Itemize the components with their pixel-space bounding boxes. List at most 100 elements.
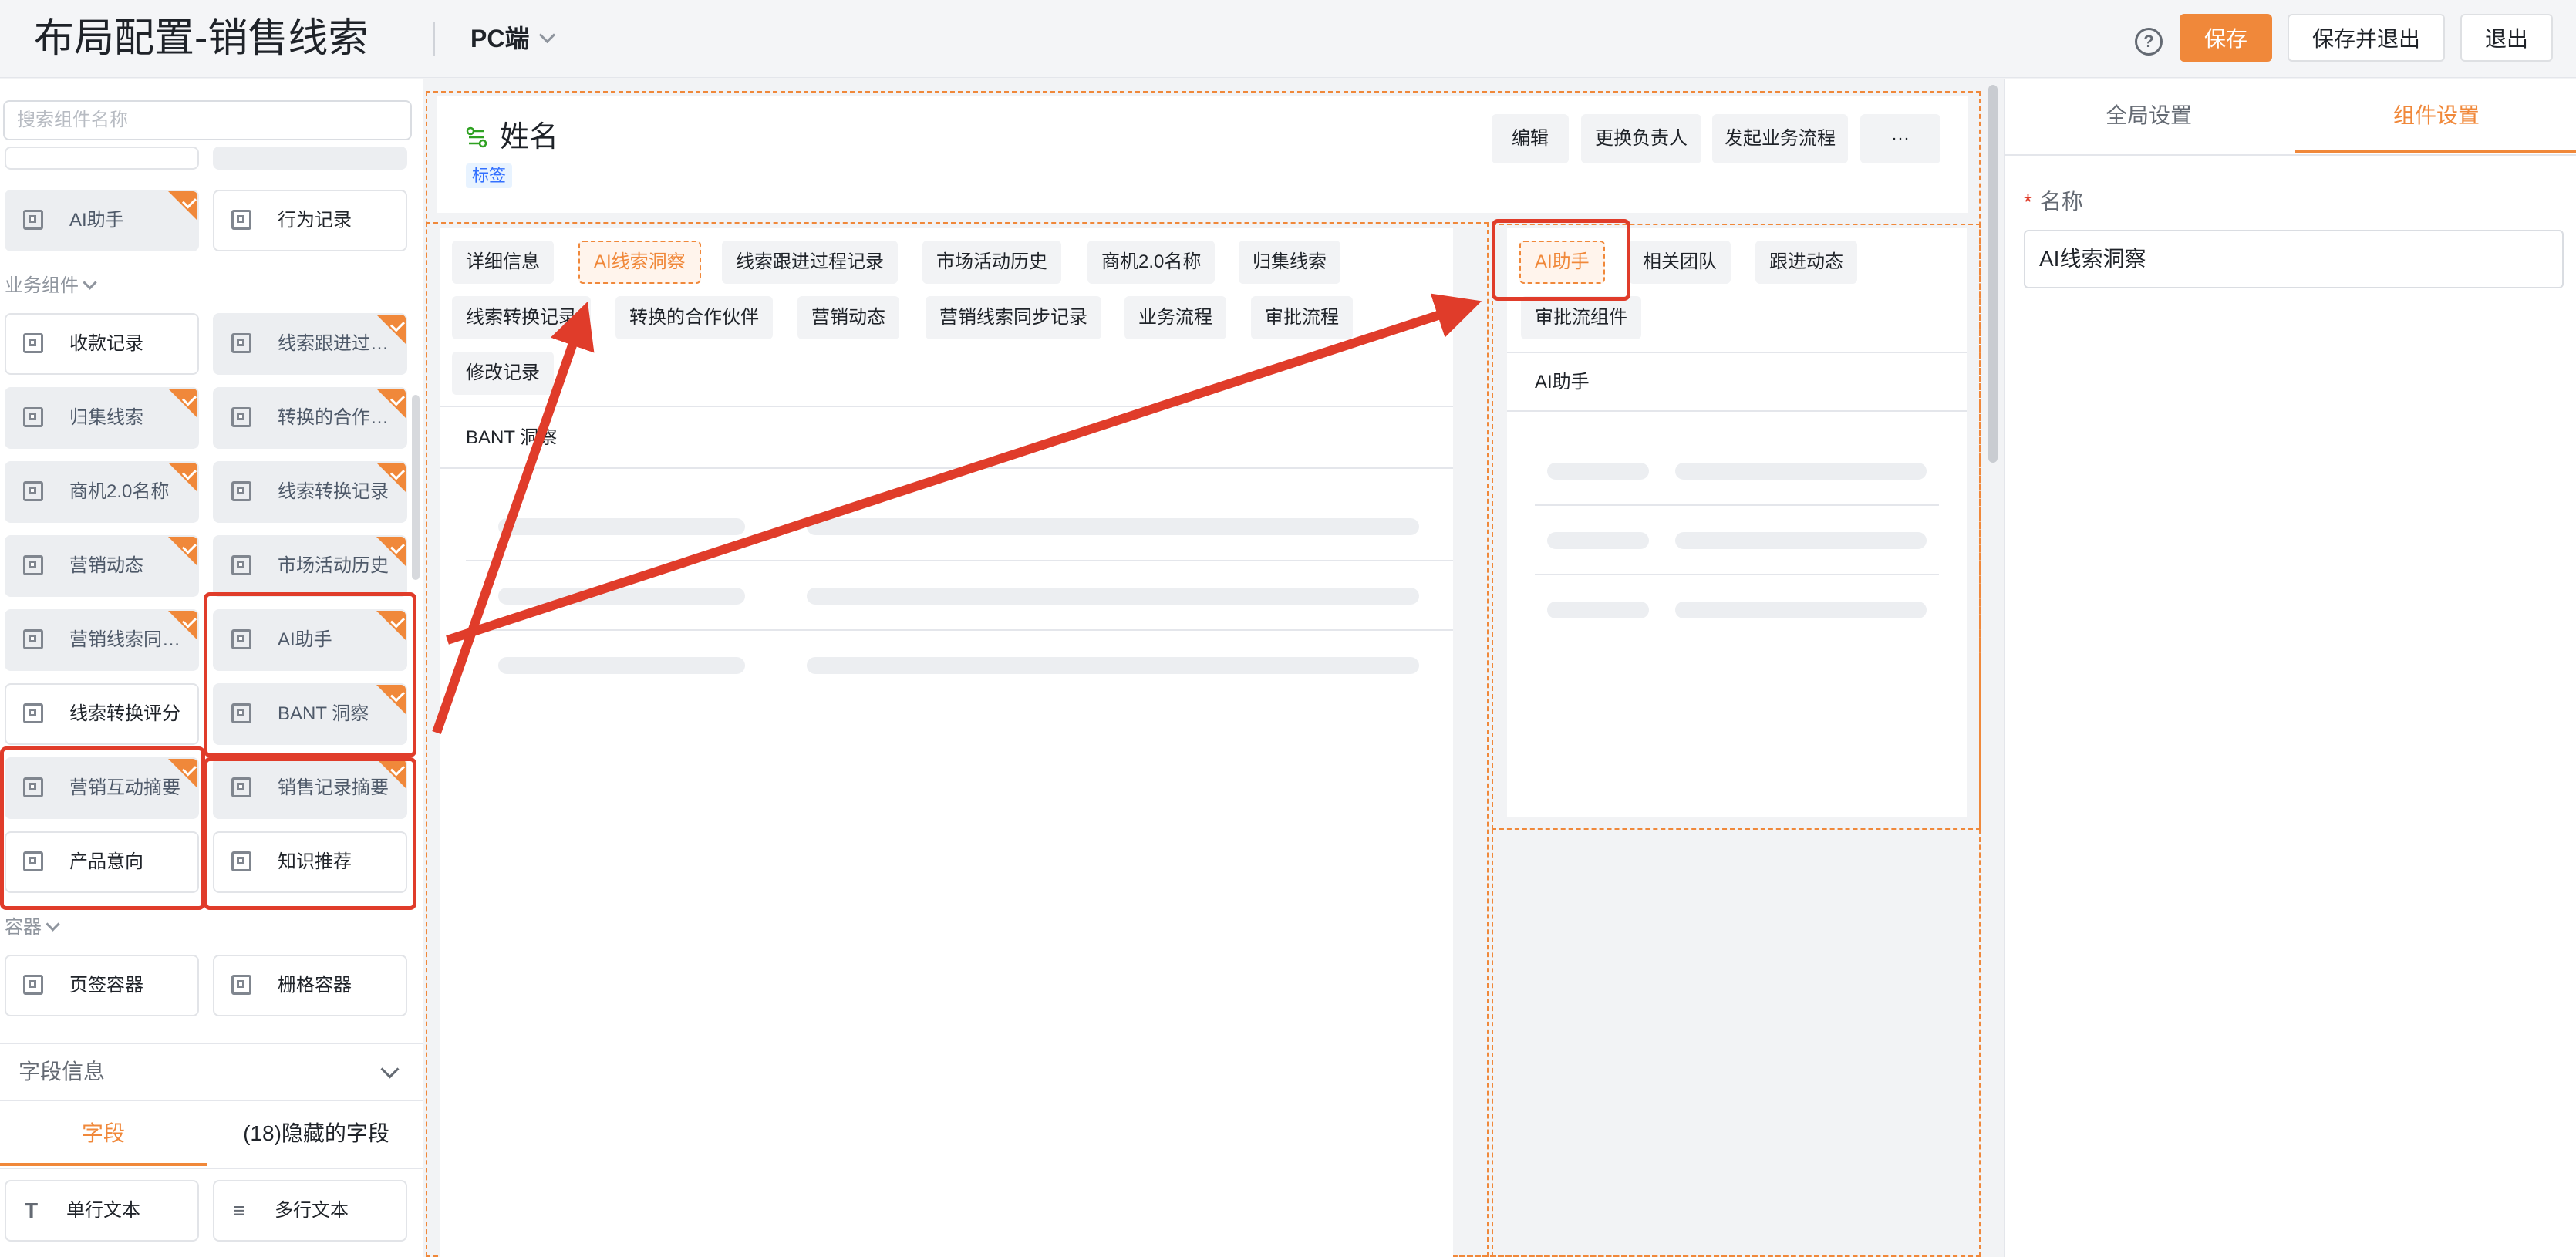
component-icon (231, 481, 251, 501)
record-name-icon (466, 126, 487, 148)
field-multi-line-text[interactable]: ≡ 多行文本 (213, 1180, 407, 1242)
component-item[interactable]: 归集线索 (5, 387, 199, 449)
component-search-input[interactable]: 搜索组件名称 (3, 100, 412, 140)
skeleton-line (498, 518, 745, 535)
tab-ai-lead-insight[interactable]: AI线索洞察 (578, 241, 701, 284)
tab-opportunity-name[interactable]: 商机2.0名称 (1087, 241, 1216, 284)
component-item[interactable]: 市场活动历史 (213, 535, 407, 597)
skeleton-line (1675, 602, 1927, 618)
field-single-line-text[interactable]: T 单行文本 (5, 1180, 199, 1242)
tab-marketing-sync-record[interactable]: 营销线索同步记录 (926, 296, 1101, 339)
component-label: 市场活动历史 (278, 555, 389, 576)
more-actions-button[interactable]: ··· (1860, 114, 1940, 163)
tab-hidden-fields[interactable]: (18)隐藏的字段 (210, 1101, 423, 1166)
component-grid-container[interactable]: 栅格容器 (213, 955, 407, 1016)
exit-button[interactable]: 退出 (2460, 14, 2553, 62)
skeleton-line (1675, 532, 1927, 549)
component-icon (23, 703, 43, 723)
left-scrollbar[interactable] (412, 395, 420, 580)
tab-component-settings[interactable]: 组件设置 (2295, 79, 2576, 153)
component-panel: 搜索组件名称 AI助手 行为记录 业务组件 收款记录 线索跟进过… 归集线索 转… (0, 79, 423, 1257)
chevron-down-icon (380, 1060, 400, 1079)
platform-select[interactable]: PC端 (470, 20, 556, 57)
component-icon (231, 210, 251, 230)
tab-follow-activity[interactable]: 跟进动态 (1755, 241, 1857, 284)
used-check-icon (376, 537, 406, 566)
skeleton-line (1547, 463, 1649, 480)
tab-lead-conversion-record[interactable]: 线索转换记录 (452, 296, 591, 339)
component-icon (231, 333, 251, 353)
component-icon (231, 407, 251, 427)
field-info-section[interactable]: 字段信息 (0, 1043, 423, 1101)
component-name-input[interactable]: AI线索洞察 (2024, 230, 2564, 288)
component-item[interactable]: 收款记录 (5, 313, 199, 375)
chevron-down-icon (46, 917, 60, 932)
tab-global-settings[interactable]: 全局设置 (2005, 79, 2292, 153)
component-item[interactable]: 转换的合作… (213, 387, 407, 449)
divider (466, 560, 1453, 561)
tab-business-process[interactable]: 业务流程 (1124, 296, 1226, 339)
component-tab-container[interactable]: 页签容器 (5, 955, 199, 1016)
component-item-partial[interactable] (5, 147, 199, 170)
divider (440, 406, 1453, 407)
tab-detail-info[interactable]: 详细信息 (452, 241, 554, 284)
component-item[interactable]: 营销线索同… (5, 609, 199, 671)
used-check-icon (376, 389, 406, 418)
component-label: 线索转换评分 (69, 703, 180, 724)
component-icon (23, 629, 43, 649)
component-item-partial[interactable] (213, 147, 407, 170)
chevron-down-icon (83, 275, 97, 290)
main-tab-container[interactable] (440, 228, 1453, 1257)
component-label: 行为记录 (278, 210, 352, 231)
tab-approval-process[interactable]: 审批流程 (1251, 296, 1353, 339)
skeleton-line (1547, 602, 1649, 618)
tab-converted-partner[interactable]: 转换的合作伙伴 (615, 296, 773, 339)
required-mark: * (2024, 190, 2032, 214)
used-check-icon (168, 611, 197, 640)
component-item[interactable]: 线索转换评分 (5, 683, 199, 745)
annotation-box (204, 592, 416, 757)
group-containers[interactable]: 容器 (5, 912, 60, 939)
group-label: 容器 (5, 917, 42, 938)
help-icon[interactable]: ? (2135, 28, 2163, 56)
annotation-box (204, 757, 416, 910)
tab-related-team[interactable]: 相关团队 (1629, 241, 1731, 284)
used-check-icon (168, 463, 197, 492)
component-item[interactable]: 线索转换记录 (213, 461, 407, 523)
tab-marketing-activity[interactable]: 营销动态 (797, 296, 899, 339)
used-check-icon (168, 537, 197, 566)
component-ai-assistant-top[interactable]: AI助手 (5, 190, 199, 251)
tab-lead-follow-record[interactable]: 线索跟进过程记录 (722, 241, 898, 284)
top-header: 布局配置-销售线索 PC端 ? 保存 保存并退出 退出 (0, 0, 2576, 78)
divider (440, 467, 1453, 469)
save-exit-button[interactable]: 保存并退出 (2288, 14, 2445, 62)
tab-campaign-history[interactable]: 市场活动历史 (922, 241, 1061, 284)
component-label: 栅格容器 (278, 975, 352, 996)
record-tag[interactable]: 标签 (466, 163, 513, 188)
skeleton-line (1547, 532, 1649, 549)
side-section-title: AI助手 (1535, 372, 1590, 393)
tab-merged-leads[interactable]: 归集线索 (1239, 241, 1340, 284)
change-owner-button[interactable]: 更换负责人 (1581, 114, 1701, 163)
canvas-scrollbar[interactable] (1988, 85, 1998, 463)
save-button[interactable]: 保存 (2180, 14, 2272, 62)
component-icon (23, 210, 43, 230)
edit-button[interactable]: 编辑 (1492, 114, 1569, 163)
tab-approval-flow-component[interactable]: 审批流组件 (1521, 296, 1641, 339)
tab-fields[interactable]: 字段 (0, 1101, 207, 1166)
start-process-button[interactable]: 发起业务流程 (1712, 114, 1848, 163)
header-divider (433, 22, 435, 56)
component-item[interactable]: 营销动态 (5, 535, 199, 597)
group-business-components[interactable]: 业务组件 (5, 270, 97, 297)
component-icon (231, 555, 251, 575)
name-field-label-text: 名称 (2039, 190, 2083, 214)
component-item[interactable]: 线索跟进过… (213, 313, 407, 375)
component-icon (23, 481, 43, 501)
component-icon (23, 407, 43, 427)
component-item[interactable]: 商机2.0名称 (5, 461, 199, 523)
component-icon (23, 555, 43, 575)
component-label: 线索跟进过… (278, 333, 389, 354)
component-behavior-record[interactable]: 行为记录 (213, 190, 407, 251)
tab-change-log[interactable]: 修改记录 (452, 352, 554, 395)
annotation-box (1492, 219, 1630, 301)
